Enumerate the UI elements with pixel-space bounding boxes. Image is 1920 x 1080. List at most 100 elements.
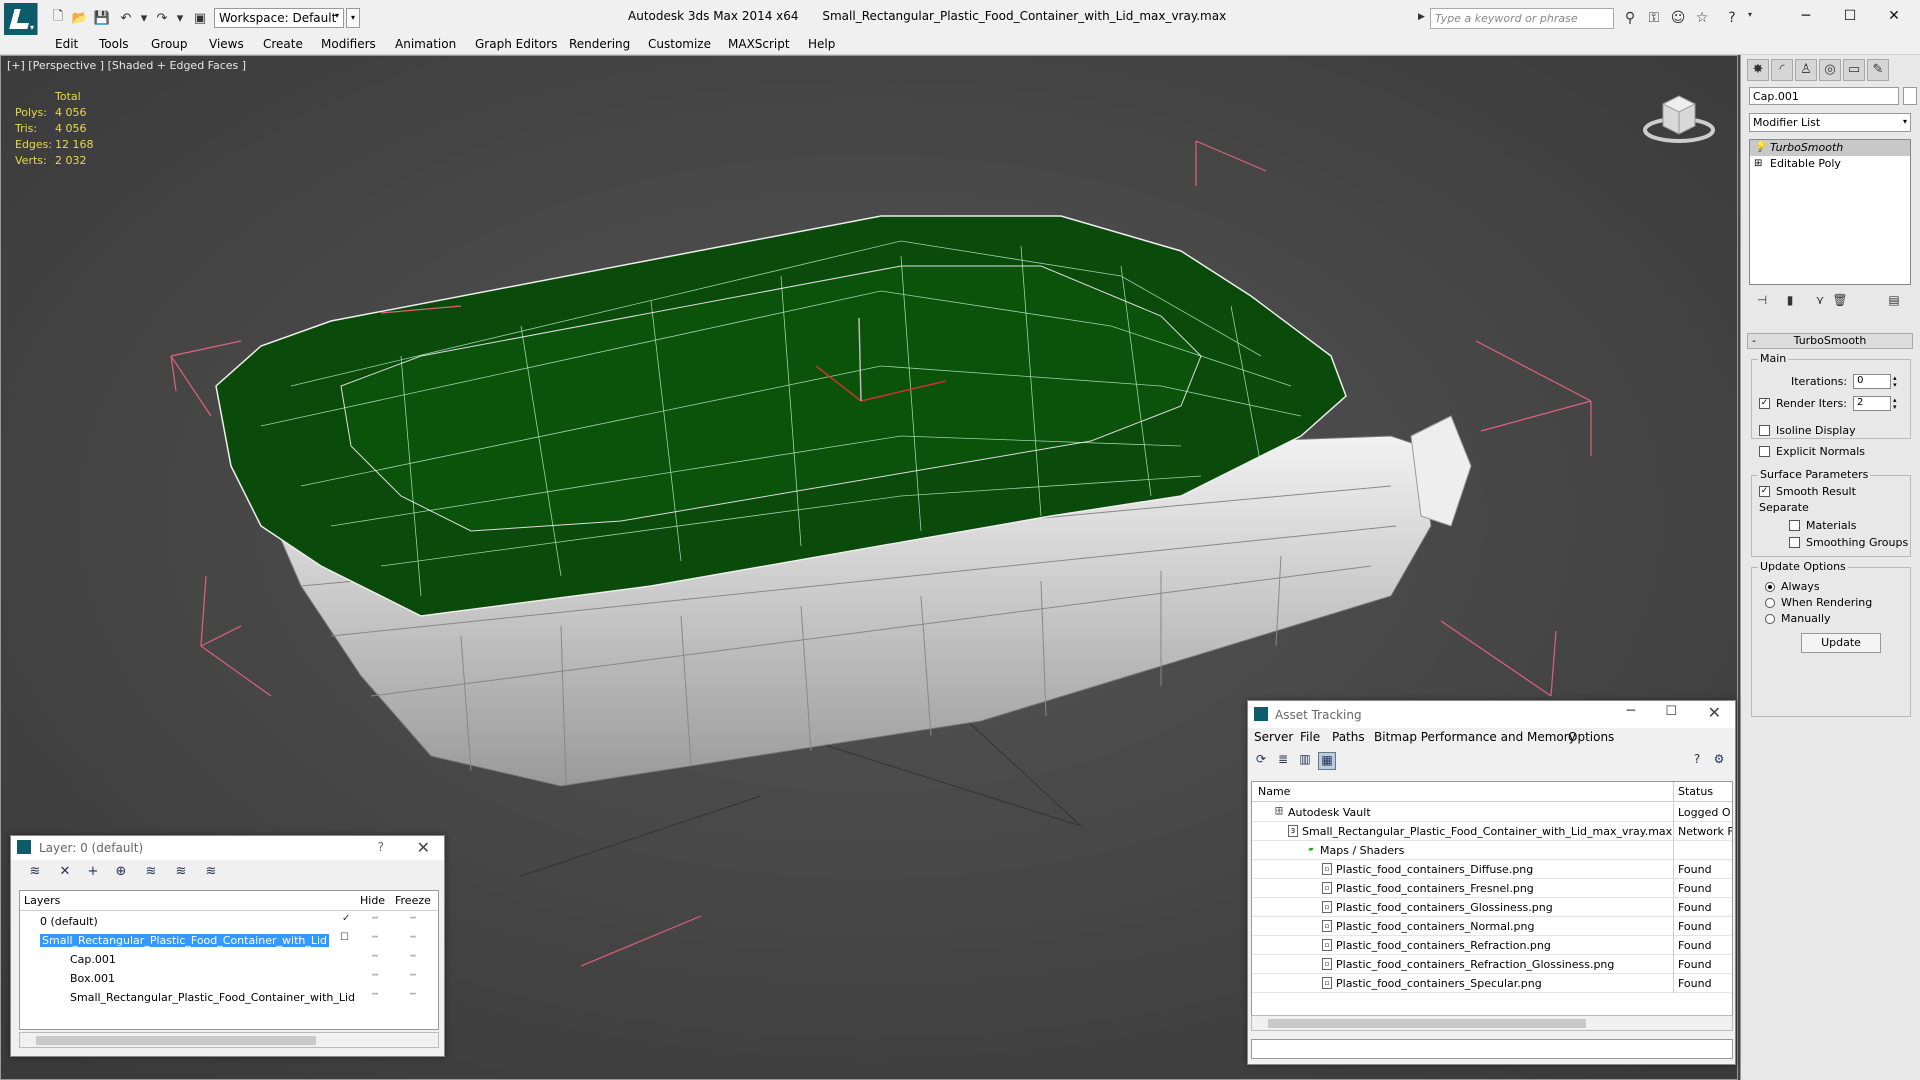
scrollbar-thumb[interactable] [1268,1019,1586,1028]
menu-group[interactable]: Group [151,37,188,51]
project-folder-icon[interactable]: ▣ [190,9,210,27]
menu-views[interactable]: Views [209,37,244,51]
smoothing-groups-checkbox[interactable] [1789,537,1800,548]
close-icon[interactable]: ✕ [417,838,430,857]
asset-row[interactable]: ▫ Plastic_food_containers_Fresnel.png Fo… [1252,879,1732,898]
col-layers[interactable]: Layers [24,894,60,907]
viewport-label[interactable]: [+] [Perspective ] [Shaded + Edged Faces… [7,59,246,72]
asset-row[interactable]: ▫ Plastic_food_containers_Glossiness.png… [1252,898,1732,917]
col-status[interactable]: Status [1678,785,1713,798]
redo-icon[interactable]: ↷ [152,9,172,27]
maximize-button[interactable]: ☐ [1830,4,1870,28]
menu-edit[interactable]: Edit [55,37,78,51]
lightbulb-icon[interactable]: 💡 [1754,142,1766,153]
explicit-normals-checkbox[interactable] [1759,446,1770,457]
hide-all-layers-icon[interactable]: ≋ [171,864,191,882]
asset-menu-options[interactable]: Options [1568,730,1614,744]
asset-menu-file[interactable]: File [1300,730,1320,744]
asset-row[interactable]: ▫ Plastic_food_containers_Refraction_Glo… [1252,955,1732,974]
redo-dropdown-icon[interactable]: ▾ [170,9,190,27]
asset-row[interactable]: ▫ Plastic_food_containers_Diffuse.png Fo… [1252,860,1732,879]
utilities-tab-icon[interactable]: ✎ [1867,59,1889,81]
menu-customize[interactable]: Customize [648,37,711,51]
select-in-layer-icon[interactable]: ⊕ [111,864,131,882]
viewcube[interactable] [1641,86,1717,146]
asset-menu-bitmap[interactable]: Bitmap Performance and Memory [1374,730,1576,744]
spinner-arrows-icon[interactable]: ▴ ▾ [1893,374,1897,389]
layers-icon[interactable]: ≋ [25,864,45,882]
workspace-options-button[interactable]: ▾ [346,8,360,28]
maximize-icon[interactable]: ☐ [1665,704,1677,719]
undo-icon[interactable]: ↶ [116,9,136,27]
help-icon[interactable]: ? [1722,10,1742,28]
layer-row[interactable]: Cap.001 ┅ ┅ [20,950,438,969]
stack-item-editable-poly[interactable]: ⊞ Editable Poly [1750,156,1910,172]
refresh-icon[interactable]: ⟳ [1252,752,1270,770]
col-hide[interactable]: Hide [360,894,385,907]
chevron-down-icon[interactable]: ▾ [1740,10,1760,28]
asset-row[interactable]: ▫ Plastic_food_containers_Normal.png Fou… [1252,917,1732,936]
asset-dialog-titlebar[interactable]: Asset Tracking ─ ☐ ✕ [1248,701,1735,728]
menu-create[interactable]: Create [263,37,303,51]
freeze-toggle[interactable]: ┅ [410,989,416,1000]
layer-dialog-titlebar[interactable]: Layer: 0 (default) ? ✕ [11,836,444,860]
hide-toggle[interactable]: ┅ [372,951,378,962]
spinner-arrows-icon[interactable]: ▴ ▾ [1893,396,1897,411]
close-button[interactable]: ✕ [1874,4,1914,28]
smooth-result-checkbox[interactable]: ✓ [1759,486,1770,497]
layer-row[interactable]: Small_Rectangular_Plastic_Food_Container… [20,931,438,950]
object-color-swatch[interactable] [1903,87,1917,105]
minimize-icon[interactable]: ─ [1627,703,1635,719]
menu-animation[interactable]: Animation [395,37,456,51]
asset-row[interactable]: ▫ Plastic_food_containers_Specular.png F… [1252,974,1732,993]
table-view-icon[interactable]: ▦ [1318,752,1336,770]
modify-tab-icon[interactable]: ◜ [1771,59,1793,81]
create-tab-icon[interactable]: ✸ [1747,59,1769,81]
hide-toggle[interactable]: ┅ [372,913,378,924]
render-iters-spinner[interactable]: 2 [1852,396,1891,411]
tree-view-icon[interactable]: ▥ [1296,752,1314,770]
freeze-toggle[interactable]: ┅ [410,913,416,924]
help-icon[interactable]: ? [1688,752,1706,770]
search-input[interactable]: Type a keyword or phrase [1430,8,1614,29]
modifier-list-dropdown[interactable]: Modifier List ▾ [1749,113,1911,132]
binoculars-icon[interactable]: ⚲ [1620,10,1640,28]
list-view-icon[interactable]: ≣ [1274,752,1292,770]
asset-menu-paths[interactable]: Paths [1332,730,1365,744]
show-end-result-icon[interactable]: ▮ [1781,293,1799,311]
render-iters-checkbox[interactable]: ✓ [1759,398,1770,409]
asset-menu-server[interactable]: Server [1254,730,1293,744]
open-file-icon[interactable]: 📂 [70,9,90,27]
remove-modifier-icon[interactable]: 🗑 [1831,293,1849,311]
hide-toggle[interactable]: ┅ [372,932,378,943]
hide-toggle[interactable]: ┅ [372,989,378,1000]
materials-checkbox[interactable] [1789,520,1800,531]
search-expand-icon[interactable]: ▶ [1418,12,1425,22]
hide-toggle[interactable]: ┅ [372,970,378,981]
freeze-toggle[interactable]: ┅ [410,932,416,943]
update-button[interactable]: Update [1801,633,1881,653]
menu-graph-editors[interactable]: Graph Editors [475,37,557,51]
horizontal-scrollbar[interactable] [1251,1015,1733,1031]
object-name-field[interactable]: Cap.001 [1749,87,1899,105]
close-icon[interactable]: ✕ [1708,703,1721,722]
asset-row[interactable]: 🗄 Autodesk Vault Logged O [1252,803,1732,822]
star-icon[interactable]: ☆ [1692,10,1712,28]
make-unique-icon[interactable]: ⋎ [1811,293,1829,311]
menu-help[interactable]: Help [808,37,835,51]
hierarchy-tab-icon[interactable]: ♙ [1795,59,1817,81]
isoline-checkbox[interactable] [1759,425,1770,436]
horizontal-scrollbar[interactable] [19,1032,439,1048]
key-icon[interactable]: ⚿ [1644,10,1664,28]
pin-stack-icon[interactable]: ⊣ [1753,293,1771,311]
layer-row[interactable]: Box.001 ┅ ┅ [20,969,438,988]
stack-item-turbosmooth[interactable]: 💡 TurboSmooth [1750,140,1910,156]
always-radio[interactable] [1765,581,1775,592]
freeze-toggle[interactable]: ┅ [410,970,416,981]
menu-maxscript[interactable]: MAXScript [728,37,790,51]
col-freeze[interactable]: Freeze [395,894,431,907]
add-layer-icon[interactable]: + [83,864,103,882]
iterations-spinner[interactable]: 0 [1853,374,1892,389]
motion-tab-icon[interactable]: ◎ [1819,59,1841,81]
delete-layer-icon[interactable]: ✕ [55,864,75,882]
